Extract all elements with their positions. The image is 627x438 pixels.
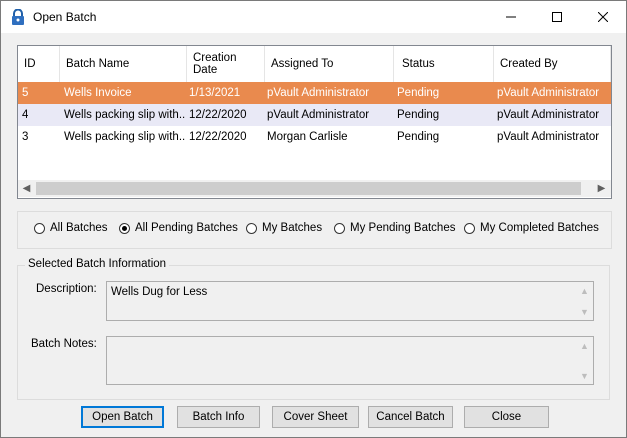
scroll-right-icon[interactable]: ▶	[593, 180, 610, 197]
scroll-up-icon[interactable]: ▲	[576, 337, 593, 354]
batch-notes-label: Batch Notes:	[31, 338, 97, 350]
lock-icon	[12, 9, 24, 25]
maximize-button[interactable]	[534, 1, 580, 33]
description-label: Description:	[36, 283, 97, 295]
cell-assigned-to: Morgan Carlisle	[267, 131, 348, 143]
close-window-button[interactable]	[580, 1, 626, 33]
minimize-button[interactable]	[488, 1, 534, 33]
cell-id: 4	[22, 109, 29, 121]
cell-batch-name: Wells packing slip with...	[64, 109, 185, 121]
close-button[interactable]: Close	[464, 406, 549, 428]
column-header-created-by[interactable]: Created By	[494, 46, 611, 82]
radio-my-batches[interactable]: My Batches	[246, 222, 322, 234]
table-row[interactable]: 4 Wells packing slip with... 12/22/2020 …	[18, 104, 611, 126]
radio-icon	[334, 222, 345, 234]
batch-notes-field[interactable]: ▲ ▼	[106, 336, 594, 385]
description-scrollbar[interactable]: ▲ ▼	[576, 282, 593, 320]
column-header-status[interactable]: Status	[394, 46, 494, 82]
notes-scrollbar[interactable]: ▲ ▼	[576, 337, 593, 384]
scroll-down-icon[interactable]: ▼	[576, 303, 593, 320]
radio-my-pending-batches[interactable]: My Pending Batches	[334, 222, 455, 234]
cell-created-by: pVault Administrator	[497, 87, 600, 99]
description-field[interactable]: Wells Dug for Less ▲ ▼	[106, 281, 594, 321]
scroll-down-icon[interactable]: ▼	[576, 367, 593, 384]
batch-filter-group: All Batches All Pending Batches My Batch…	[17, 211, 612, 249]
maximize-icon	[552, 12, 562, 22]
window-title: Open Batch	[33, 10, 97, 24]
radio-all-batches[interactable]: All Batches	[34, 222, 108, 234]
open-batch-dialog: Open Batch ID Batch Name Creation Date As…	[0, 0, 627, 438]
horizontal-scrollbar[interactable]: ◀ ▶	[18, 180, 611, 197]
cell-id: 3	[22, 131, 29, 143]
radio-icon	[464, 222, 475, 234]
column-header-creation-date[interactable]: Creation Date	[187, 46, 265, 82]
batch-info-button[interactable]: Batch Info	[177, 406, 260, 428]
scroll-thumb[interactable]	[36, 182, 581, 195]
cancel-batch-button[interactable]: Cancel Batch	[368, 406, 453, 428]
radio-icon	[246, 222, 257, 234]
group-title: Selected Batch Information	[25, 258, 170, 270]
close-icon	[598, 12, 608, 22]
radio-my-completed-batches[interactable]: My Completed Batches	[464, 222, 599, 234]
cell-created-by: pVault Administrator	[497, 109, 600, 121]
batch-grid[interactable]: ID Batch Name Creation Date Assigned To S…	[17, 45, 612, 199]
open-batch-button[interactable]: Open Batch	[81, 406, 164, 428]
column-header-id[interactable]: ID	[18, 46, 60, 82]
cell-id: 5	[22, 87, 29, 99]
cover-sheet-button[interactable]: Cover Sheet	[272, 406, 359, 428]
title-bar: Open Batch	[1, 1, 626, 33]
cell-assigned-to: pVault Administrator	[267, 109, 370, 121]
cell-creation-date: 12/22/2020	[189, 109, 247, 121]
cell-status: Pending	[397, 109, 440, 121]
cell-assigned-to: pVault Administrator	[267, 87, 370, 99]
radio-all-pending-batches[interactable]: All Pending Batches	[119, 222, 238, 234]
radio-selected-icon	[119, 222, 130, 234]
grid-header: ID Batch Name Creation Date Assigned To S…	[18, 46, 611, 82]
cell-status: Pending	[397, 87, 440, 99]
minimize-icon	[506, 16, 516, 18]
cell-batch-name: Wells packing slip with...	[64, 131, 185, 143]
cell-batch-name: Wells Invoice	[64, 87, 132, 99]
column-header-batch-name[interactable]: Batch Name	[60, 46, 187, 82]
scroll-up-icon[interactable]: ▲	[576, 282, 593, 299]
column-header-assigned-to[interactable]: Assigned To	[265, 46, 394, 82]
cell-creation-date: 12/22/2020	[189, 131, 247, 143]
radio-icon	[34, 222, 45, 234]
table-row[interactable]: 3 Wells packing slip with... 12/22/2020 …	[18, 126, 611, 148]
scroll-left-icon[interactable]: ◀	[18, 180, 35, 197]
cell-status: Pending	[397, 131, 440, 143]
cell-created-by: pVault Administrator	[497, 131, 600, 143]
cell-creation-date: 1/13/2021	[189, 87, 241, 99]
table-row[interactable]: 5 Wells Invoice 1/13/2021 pVault Adminis…	[18, 82, 611, 104]
